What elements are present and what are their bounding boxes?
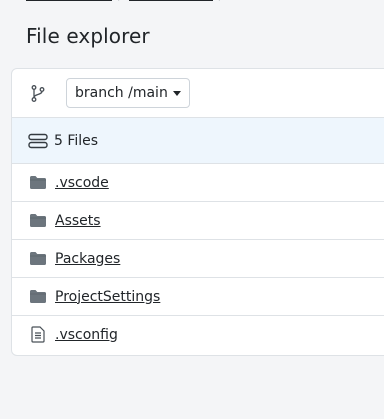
folder-icon — [29, 175, 47, 191]
file-row[interactable]: .vscode — [12, 164, 384, 202]
stack-icon — [28, 133, 48, 149]
file-link[interactable]: Packages — [55, 251, 120, 267]
branch-dropdown-button[interactable]: branch /main — [66, 78, 190, 108]
chevron-down-icon — [172, 91, 181, 96]
file-link[interactable]: .vscode — [55, 175, 109, 191]
file-row[interactable]: .vsconfig — [12, 316, 384, 353]
files-count-header: 5 Files — [12, 118, 384, 164]
breadcrumb-separator: / — [219, 0, 224, 3]
breadcrumb-link[interactable] — [128, 0, 213, 1]
file-link[interactable]: ProjectSettings — [55, 289, 160, 305]
file-link[interactable]: .vsconfig — [55, 327, 118, 343]
file-row[interactable]: Assets — [12, 202, 384, 240]
folder-icon — [29, 251, 47, 267]
file-row[interactable]: ProjectSettings — [12, 278, 384, 316]
file-row[interactable]: Packages — [12, 240, 384, 278]
breadcrumb-separator: / — [118, 0, 123, 3]
files-count-label: 5 Files — [54, 132, 99, 149]
folder-icon — [29, 213, 47, 229]
toolbar: branch /main — [12, 69, 384, 118]
file-explorer-page: / / File explorer branch /main — [0, 0, 384, 419]
file-link[interactable]: Assets — [55, 213, 101, 229]
file-text-icon — [29, 326, 47, 343]
page-title: File explorer — [26, 24, 150, 48]
file-explorer-card: branch /main 5 Files .vscode Assets Pack… — [11, 68, 384, 356]
breadcrumb: / / — [26, 0, 224, 3]
branch-label: branch /main — [75, 85, 168, 101]
git-branch-icon — [30, 84, 46, 102]
breadcrumb-link[interactable] — [26, 0, 112, 1]
folder-icon — [29, 289, 47, 305]
